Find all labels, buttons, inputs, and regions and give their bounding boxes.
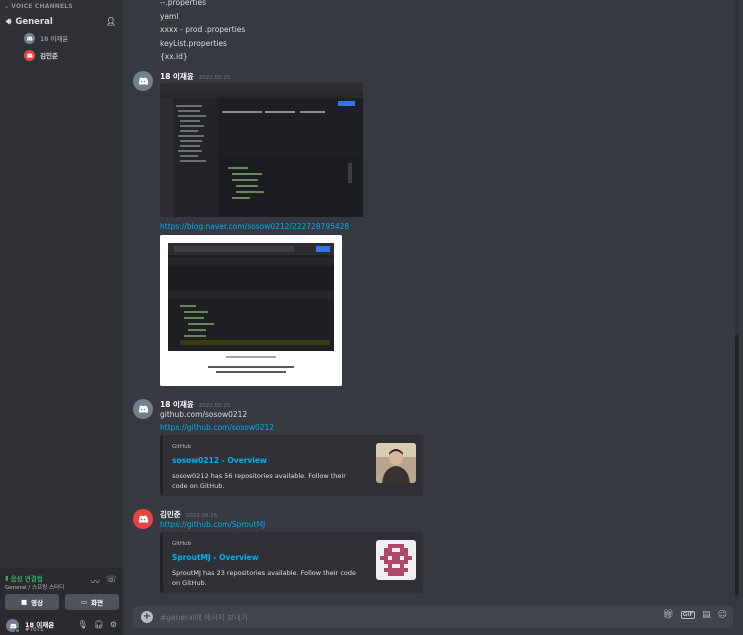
sticker-icon[interactable]: ▤	[702, 610, 711, 620]
link-embed: GitHub sosow0212 - Overview sosow0212 ha…	[160, 435, 423, 496]
online-status-dot	[15, 628, 20, 633]
ide-screenshot-image	[160, 83, 363, 217]
attachment-image-blog[interactable]	[160, 235, 342, 386]
speaker-icon: 🔊︎	[6, 17, 12, 27]
emoji-icon[interactable]: ☺	[718, 610, 727, 620]
message-link[interactable]: https://github.com/SproutMJ	[160, 520, 265, 529]
timestamp: 2022.05.15.	[198, 75, 232, 81]
screen-share-button[interactable]: ▭ 화면	[65, 594, 119, 610]
chat-scrollbar[interactable]	[735, 0, 739, 600]
voice-user[interactable]: 18 이재윤	[24, 31, 68, 45]
author-name[interactable]: 18 이재윤	[160, 399, 194, 410]
chevron-down-icon: ⌄	[4, 3, 10, 10]
discord-logo-icon	[27, 35, 33, 41]
disconnect-icon[interactable]: ☏	[106, 575, 117, 588]
voice-user-name: 18 이재윤	[40, 35, 69, 43]
embed-provider: GitHub	[172, 541, 192, 547]
message-text: github.com/sosow0212	[160, 410, 248, 419]
message-header: 18 이재윤 2022.05.15.	[160, 71, 232, 82]
signal-icon: ▮	[5, 574, 9, 582]
voice-channels-header[interactable]: ⌄ VOICE CHANNELS	[4, 3, 73, 10]
voice-status[interactable]: ▮ 음성 연결됨	[5, 573, 43, 583]
gear-icon[interactable]: ⚙	[110, 620, 117, 629]
embed-thumbnail[interactable]	[376, 443, 416, 483]
noise-suppression-icon[interactable]: 〰	[91, 575, 100, 588]
microphone-icon[interactable]: 🎙︎	[78, 620, 88, 629]
user-panel: 18 이재윤 #7071 🎙︎ 🎧︎ ⚙	[0, 614, 123, 635]
attachment-image-ide[interactable]	[160, 83, 363, 217]
identicon-image	[376, 540, 416, 580]
video-button[interactable]: ■ 영상	[5, 594, 59, 610]
avatar	[24, 32, 35, 44]
discord-logo-icon	[138, 77, 149, 85]
embed-title[interactable]: SproutMJ - Overview	[172, 553, 259, 562]
embed-provider: GitHub	[172, 444, 192, 450]
avatar	[24, 49, 35, 61]
link-embed: GitHub SproutMJ - Overview SproutMJ has …	[160, 532, 423, 593]
message-header: 김민준 2022.05.15.	[160, 509, 219, 520]
profile-photo-image	[376, 443, 416, 483]
screen-icon: ▭	[80, 598, 88, 606]
discord-logo-icon	[27, 52, 33, 58]
message-header: 18 이재윤 2022.05.15.	[160, 399, 232, 410]
section-title: VOICE CHANNELS	[11, 3, 73, 10]
author-name[interactable]: 김민준	[160, 509, 181, 520]
message-composer: + #general에 메시지 보내기 🎁︎ GIF ▤ ☺	[133, 606, 733, 628]
discord-logo-icon	[138, 515, 149, 523]
embed-thumbnail[interactable]	[376, 540, 416, 580]
message-avatar[interactable]	[133, 71, 153, 91]
message-link[interactable]: https://github.com/sosow0212	[160, 423, 274, 432]
embed-title[interactable]: sosow0212 - Overview	[172, 456, 267, 465]
message-input[interactable]: #general에 메시지 보내기	[160, 612, 248, 623]
voice-location: General / 스프링 스터디	[5, 585, 65, 591]
timestamp: 2022.05.15.	[198, 403, 232, 409]
voice-connection-panel: ▮ 음성 연결됨 General / 스프링 스터디 〰 ☏ ■ 영상 ▭ 화면	[0, 568, 123, 614]
chat-area: --.properties yaml xxxx - prod .properti…	[123, 0, 743, 635]
embed-description: sosow0212 has 56 repositories available.…	[172, 472, 346, 490]
headphones-icon[interactable]: 🎧︎	[94, 620, 104, 629]
voice-user-name: 김민준	[40, 52, 58, 60]
gif-icon[interactable]: GIF	[680, 611, 696, 619]
author-name[interactable]: 18 이재윤	[160, 71, 194, 82]
timestamp: 2022.05.15.	[185, 513, 219, 519]
channel-name: General	[15, 17, 53, 27]
message-avatar[interactable]	[133, 509, 153, 529]
scrollbar-thumb[interactable]	[735, 335, 739, 595]
previous-message-lines: --.properties yaml xxxx - prod .properti…	[160, 0, 246, 61]
message-link[interactable]: https://blog.naver.com/sosow0212/2227287…	[160, 222, 349, 231]
discord-logo-icon	[138, 405, 149, 413]
camera-icon: ■	[20, 598, 28, 606]
channel-sidebar: ⌄ VOICE CHANNELS 🔊︎ General 👤︎ 18 이재윤 김민…	[0, 0, 123, 635]
voice-user[interactable]: 김민준	[24, 48, 58, 62]
embed-description: SproutMJ has 23 repositories available. …	[172, 569, 357, 587]
user-tag: #7071	[25, 627, 44, 633]
voice-channel-general[interactable]: 🔊︎ General 👤︎	[6, 14, 118, 30]
blog-screenshot-image	[160, 235, 342, 386]
invite-user-icon[interactable]: 👤︎	[106, 17, 116, 26]
message-avatar[interactable]	[133, 399, 153, 419]
attach-plus-icon[interactable]: +	[141, 611, 153, 623]
gift-icon[interactable]: 🎁︎	[662, 610, 673, 620]
